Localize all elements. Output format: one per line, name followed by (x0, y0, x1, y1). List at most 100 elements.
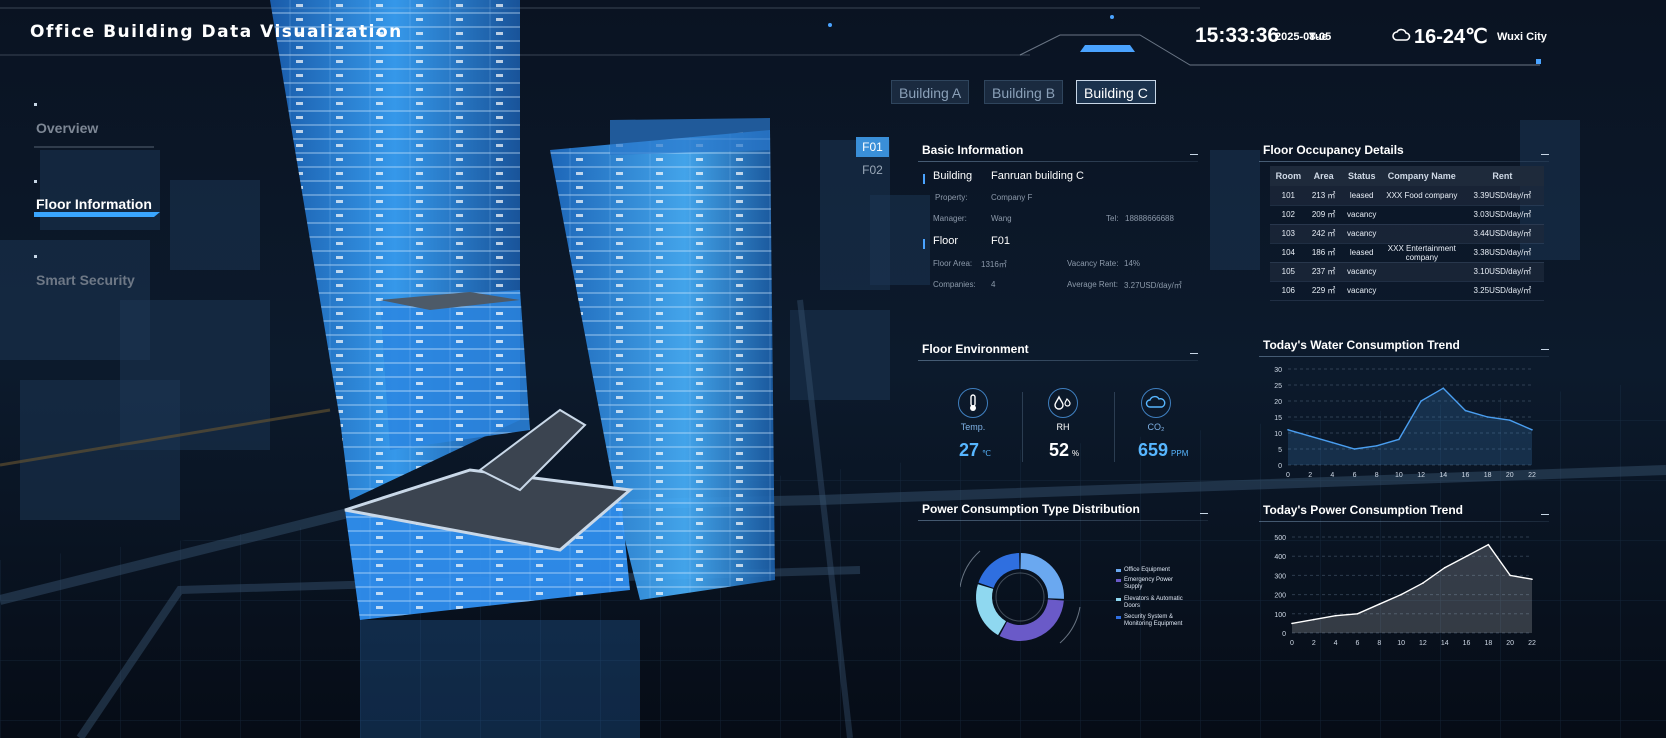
city-name: Wuxi City (1497, 31, 1547, 43)
data-point (1486, 416, 1489, 418)
x-tick-label: 8 (1377, 640, 1381, 647)
rh-label: RH (1056, 422, 1070, 432)
data-point (1291, 622, 1293, 625)
data-point (1331, 441, 1334, 444)
table-row[interactable]: 102 209 ㎡ vacancy 3.03USD/day/㎡ (1270, 205, 1544, 225)
x-tick-label: 10 (1397, 640, 1405, 647)
y-tick-label: 400 (1274, 554, 1286, 561)
co2-reading: 659 PPM (1138, 440, 1189, 460)
x-tick-label: 0 (1290, 640, 1294, 647)
vacancy-rate-label: Vacancy Rate: (1067, 259, 1119, 268)
x-tick-label: 4 (1330, 472, 1334, 479)
floor-f02-button[interactable]: F02 (856, 160, 889, 180)
power-distribution-donut-chart (960, 550, 1081, 644)
floor-label: Floor (933, 235, 959, 247)
x-tick-label: 14 (1441, 640, 1449, 647)
table-row[interactable]: 106 229 ㎡ vacancy 3.25USD/day/㎡ (1270, 281, 1544, 301)
y-tick-label: 200 (1274, 593, 1286, 600)
legend-label: Elevators & Automatic Doors (1124, 596, 1183, 609)
area-fill (1288, 388, 1532, 465)
legend-swatch (1116, 579, 1121, 582)
y-tick-label: 300 (1274, 573, 1286, 580)
data-point (1420, 400, 1422, 402)
y-tick-label: 15 (1274, 415, 1282, 422)
nav-overview[interactable]: Overview (36, 120, 98, 136)
water-trend-header: Today's Water Consumption Trend (1259, 338, 1549, 358)
x-tick-label: 22 (1528, 640, 1536, 647)
y-tick-label: 20 (1274, 399, 1282, 406)
rh-reading: 52% (1049, 440, 1080, 460)
property-value: Company F (991, 193, 1033, 202)
property-label: Property: (935, 193, 968, 202)
power-distribution-title: Power Consumption Type Distribution (922, 502, 1140, 516)
clock-time: 15:33:36 (1195, 24, 1280, 47)
co2-label: CO₂ (1147, 422, 1165, 432)
table-header-row: Room Area Status Company Name Rent (1270, 166, 1544, 186)
y-tick-label: 10 (1274, 431, 1282, 438)
power-trend-header: Today's Power Consumption Trend (1259, 503, 1549, 523)
floor-environment-panel: Floor Environment Temp. 27 ℃ RH 52% CO₂ 6… (918, 342, 1198, 482)
x-tick-label: 16 (1463, 640, 1471, 647)
donut-slice (999, 599, 1064, 641)
donut-slice (978, 553, 1020, 588)
x-tick-label: 18 (1484, 640, 1492, 647)
power-trend-title: Today's Power Consumption Trend (1263, 503, 1463, 517)
floor-value: F01 (991, 235, 1010, 247)
basic-information-title: Basic Information (922, 143, 1024, 157)
data-point (1509, 419, 1511, 421)
tab-building-c[interactable]: Building C (1076, 80, 1156, 104)
water-trend-title: Today's Water Consumption Trend (1263, 338, 1460, 352)
nav-smart-security[interactable]: Smart Security (36, 272, 135, 288)
manager-value: Wang (991, 214, 1012, 223)
temperature-range: 16-24℃ (1414, 26, 1488, 48)
vacancy-rate-value: 14% (1124, 259, 1141, 268)
power-consumption-chart: 0 100 200 300 400 500 0 2 4 6 8 10 12 14 16 18 20 22 (1274, 535, 1536, 647)
donut-slice (976, 584, 1007, 636)
x-tick-label: 8 (1375, 472, 1379, 479)
y-tick-label: 30 (1274, 367, 1282, 374)
table-row[interactable]: 101 213 ㎡ leased XXX Food company 3.39USD/da… (1270, 186, 1544, 206)
data-point (1531, 578, 1533, 581)
legend-item: Emergency Power Supply (1116, 577, 1192, 591)
y-tick-label: 0 (1282, 631, 1286, 638)
nav-floor-information[interactable]: Floor Information (36, 196, 152, 212)
table-row[interactable]: 104 186 ㎡ leased XXX Entertainment company 3… (1270, 243, 1544, 263)
x-tick-label: 12 (1419, 640, 1427, 647)
building-marker (923, 174, 925, 184)
x-tick-label: 0 (1286, 472, 1290, 479)
cloud-co2-icon (1141, 388, 1171, 418)
temp-label: Temp. (960, 422, 986, 432)
column-header-area: Area (1306, 166, 1341, 186)
y-tick-label: 0 (1278, 463, 1282, 470)
x-tick-label: 6 (1353, 472, 1357, 479)
data-point (1334, 614, 1337, 617)
floor-area-value: 1316㎡ (981, 260, 1007, 269)
companies-label: Companies: (933, 280, 976, 289)
humidity-icon (1048, 388, 1078, 418)
floor-f01-button[interactable]: F01 (856, 137, 889, 157)
building-label: Building (933, 170, 973, 182)
current-weekday: Tue (1309, 31, 1328, 43)
column-header-company: Company Name (1382, 166, 1461, 186)
x-tick-label: 20 (1506, 640, 1514, 647)
data-point (1400, 593, 1402, 596)
floor-area-label: Floor Area: (933, 259, 973, 268)
data-point (1531, 429, 1533, 431)
data-point (1287, 429, 1289, 431)
data-point (1309, 435, 1311, 437)
tab-building-b[interactable]: Building B (984, 80, 1064, 104)
data-point (1375, 445, 1378, 447)
y-tick-label: 500 (1274, 535, 1286, 542)
tab-building-a[interactable]: Building A (891, 80, 970, 104)
data-point (1443, 566, 1446, 569)
tel-value: 18888666688 (1125, 214, 1174, 223)
data-point (1378, 603, 1381, 605)
x-tick-label: 4 (1334, 640, 1338, 647)
table-row[interactable]: 105 237 ㎡ vacancy 3.10USD/day/㎡ (1270, 262, 1544, 282)
x-tick-label: 6 (1356, 640, 1360, 647)
building-value: Fanruan building C (991, 170, 1084, 182)
table-row[interactable]: 103 242 ㎡ vacancy 3.44USD/day/㎡ (1270, 224, 1544, 244)
thermometer-icon (958, 388, 988, 418)
basic-information-panel: Basic Information Building Fanruan build… (918, 143, 1198, 303)
x-tick-label: 2 (1312, 640, 1316, 647)
